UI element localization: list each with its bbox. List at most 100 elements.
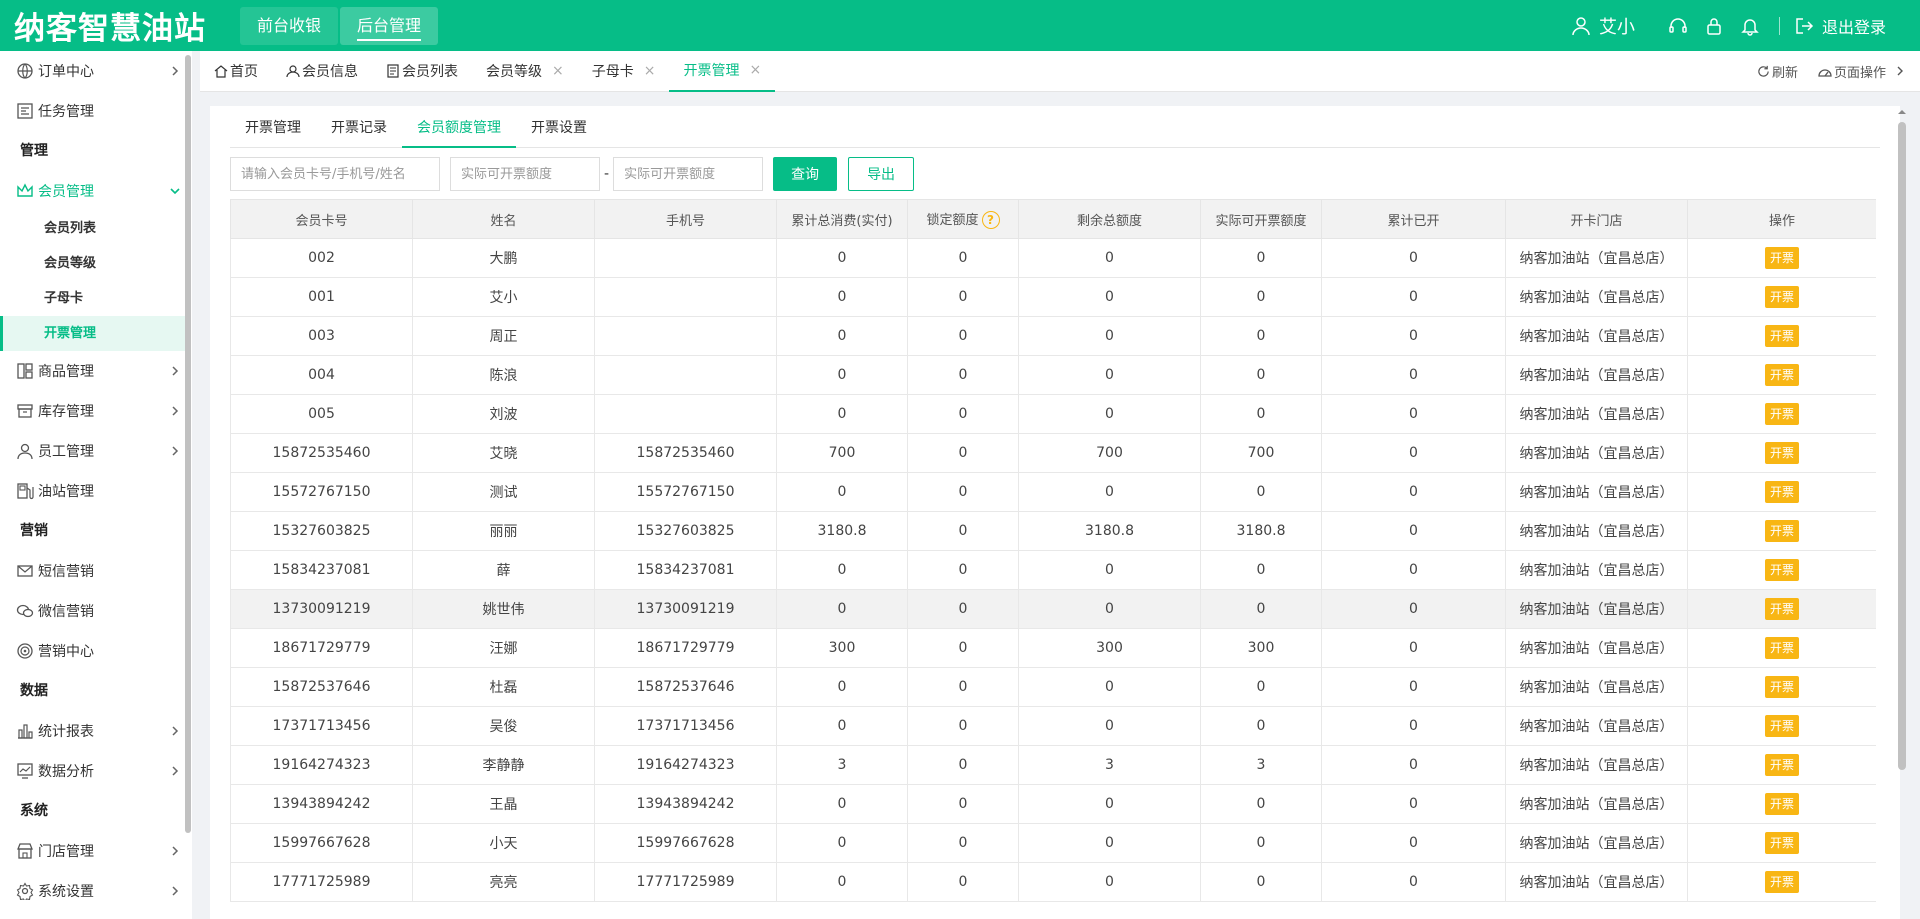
sidebar-item[interactable]: 会员管理 <box>0 171 190 211</box>
sidebar-item[interactable]: 订单中心 <box>0 51 190 91</box>
min-quota-input[interactable] <box>450 157 600 191</box>
table-cell: 0 <box>1321 667 1506 707</box>
table-cell: 纳客加油站（宜昌总店） <box>1505 472 1688 512</box>
sidebar-subitem[interactable]: 开票管理 <box>0 316 190 351</box>
issue-invoice-button[interactable]: 开票 <box>1764 442 1799 464</box>
issue-invoice-button[interactable]: 开票 <box>1764 559 1799 581</box>
sidebar-item[interactable]: 库存管理 <box>0 391 190 431</box>
table-row[interactable]: 13730091219 姚世伟 13730091219 0 0 0 0 0 纳客加油站（宜昌总店… <box>230 589 1876 629</box>
table-row[interactable]: 17771725989 亮亮 17771725989 0 0 0 0 0 纳客加油站（宜昌总店）… <box>230 862 1876 902</box>
page-tab[interactable]: 开票管理 × <box>669 51 776 92</box>
issue-invoice-button[interactable]: 开票 <box>1764 754 1799 776</box>
issue-invoice-button[interactable]: 开票 <box>1764 286 1799 308</box>
table-cell: 0 <box>1321 511 1506 551</box>
sidebar-item[interactable]: 任务管理 <box>0 91 190 131</box>
column-header: 剩余总额度 <box>1018 199 1201 239</box>
issue-invoice-button[interactable]: 开票 <box>1764 364 1799 386</box>
table-row[interactable]: 001 艾小 0 0 0 0 0 纳客加油站（宜昌总店） 开票 <box>230 277 1876 317</box>
page-ops-button[interactable]: 页面操作 <box>1818 62 1906 81</box>
user-menu[interactable]: 艾小 <box>1571 13 1635 39</box>
table-cell: 0 <box>1018 550 1201 590</box>
issue-invoice-button[interactable]: 开票 <box>1764 520 1799 542</box>
close-icon[interactable]: × <box>644 63 656 79</box>
table-row[interactable]: 15572767150 测试 15572767150 0 0 0 0 0 纳客加油站（宜昌总店）… <box>230 472 1876 512</box>
page-tab[interactable]: 会员信息 <box>272 51 372 92</box>
sidebar-subitem[interactable]: 会员列表 <box>0 211 190 246</box>
globe-icon <box>16 62 34 80</box>
sidebar-item[interactable]: 门店管理 <box>0 831 190 871</box>
table-row[interactable]: 15327603825 丽丽 15327603825 3180.8 0 3180.8 318… <box>230 511 1876 551</box>
issue-invoice-button[interactable]: 开票 <box>1764 871 1799 893</box>
sidebar-item[interactable]: 系统设置 <box>0 871 190 911</box>
table-cell: 0 <box>776 667 908 707</box>
sub-tab[interactable]: 会员额度管理 <box>402 108 516 148</box>
issue-invoice-button[interactable]: 开票 <box>1764 403 1799 425</box>
action-cell: 开票 <box>1687 511 1876 551</box>
table-row[interactable]: 18671729779 汪娜 18671729779 300 0 300 300 0 纳客加油站… <box>230 628 1876 668</box>
nav-front-cashier[interactable]: 前台收银 <box>240 6 339 45</box>
table-row[interactable]: 19164274323 李静静 19164274323 3 0 3 3 0 纳客加油站（宜昌总店… <box>230 745 1876 785</box>
table-row[interactable]: 004 陈浪 0 0 0 0 0 纳客加油站（宜昌总店） 开票 <box>230 355 1876 395</box>
sub-tab[interactable]: 开票记录 <box>316 108 402 148</box>
sidebar-item[interactable]: 数据分析 <box>0 751 190 791</box>
sidebar-item[interactable]: 短信营销 <box>0 551 190 591</box>
max-quota-input[interactable] <box>613 157 764 191</box>
page-tab[interactable]: 会员等级 × <box>472 51 578 92</box>
sidebar-item[interactable]: 员工管理 <box>0 431 190 471</box>
member-search-input[interactable] <box>230 157 440 191</box>
sidebar-item[interactable]: 营销中心 <box>0 631 190 671</box>
issue-invoice-button[interactable]: 开票 <box>1764 793 1799 815</box>
table-row[interactable]: 13943894242 王晶 13943894242 0 0 0 0 0 纳客加油站（宜昌总店）… <box>230 784 1876 824</box>
bell-icon[interactable] <box>1739 15 1761 37</box>
sidebar-item[interactable]: 统计报表 <box>0 711 190 751</box>
table-row[interactable]: 15997667628 小天 15997667628 0 0 0 0 0 纳客加油站（宜昌总店）… <box>230 823 1876 863</box>
sidebar-subitem[interactable]: 会员等级 <box>0 246 190 281</box>
action-cell: 开票 <box>1687 433 1876 473</box>
table-cell: 17771725989 <box>230 862 413 902</box>
logout-button[interactable]: 退出登录 <box>1794 14 1886 38</box>
table-row[interactable]: 15872537646 杜磊 15872537646 0 0 0 0 0 纳客加油站（宜昌总店）… <box>230 667 1876 707</box>
table-cell: 17371713456 <box>230 706 413 746</box>
table-row[interactable]: 003 周正 0 0 0 0 0 纳客加油站（宜昌总店） 开票 <box>230 316 1876 356</box>
page-tab[interactable]: 会员列表 <box>372 51 472 92</box>
sub-tab[interactable]: 开票管理 <box>230 108 316 148</box>
tab-label: 会员等级 <box>486 64 542 80</box>
query-button[interactable]: 查询 <box>773 157 838 191</box>
issue-invoice-button[interactable]: 开票 <box>1764 481 1799 503</box>
refresh-button[interactable]: 刷新 <box>1757 62 1798 81</box>
page-tab[interactable]: 子母卡 × <box>578 51 670 92</box>
issue-invoice-button[interactable]: 开票 <box>1764 715 1799 737</box>
sidebar-item[interactable]: 油站管理 <box>0 471 190 511</box>
sidebar-item[interactable]: 商品管理 <box>0 351 190 391</box>
table-row[interactable]: 005 刘波 0 0 0 0 0 纳客加油站（宜昌总店） 开票 <box>230 394 1876 434</box>
page-tab[interactable]: 首页 <box>200 51 272 92</box>
issue-invoice-button[interactable]: 开票 <box>1764 325 1799 347</box>
main-scrollbar[interactable] <box>1898 122 1906 770</box>
sidebar-item[interactable]: 微信营销 <box>0 591 190 631</box>
column-header: 锁定额度? <box>907 199 1019 239</box>
table-row[interactable]: 002 大鹏 0 0 0 0 0 纳客加油站（宜昌总店） 开票 <box>230 238 1876 278</box>
issue-invoice-button[interactable]: 开票 <box>1764 676 1799 698</box>
table-row[interactable]: 15872535460 艾晓 15872535460 700 0 700 700 0 纳客加油站… <box>230 433 1876 473</box>
export-button[interactable]: 导出 <box>848 157 915 191</box>
issue-invoice-button[interactable]: 开票 <box>1764 637 1799 659</box>
table-row[interactable]: 15834237081 薛 15834237081 0 0 0 0 0 纳客加油站（宜昌总店）开… <box>230 550 1876 590</box>
lock-icon[interactable] <box>1703 15 1725 37</box>
action-cell: 开票 <box>1687 628 1876 668</box>
table-cell: 0 <box>907 628 1019 668</box>
sub-tab[interactable]: 开票设置 <box>516 108 602 148</box>
issue-invoice-button[interactable]: 开票 <box>1764 598 1799 620</box>
sidebar-subitem[interactable]: 子母卡 <box>0 281 190 316</box>
issue-invoice-button[interactable]: 开票 <box>1764 832 1799 854</box>
issue-invoice-button[interactable]: 开票 <box>1764 247 1799 269</box>
sidebar-scrollbar[interactable] <box>185 55 191 833</box>
chevron-right-icon <box>168 404 182 418</box>
table-cell: 0 <box>907 394 1019 434</box>
scroll-up-arrow-icon[interactable] <box>1898 108 1906 116</box>
nav-back-office[interactable]: 后台管理 <box>340 6 439 45</box>
close-icon[interactable]: × <box>552 63 564 79</box>
table-row[interactable]: 17371713456 吴俊 17371713456 0 0 0 0 0 纳客加油站（宜昌总店）… <box>230 706 1876 746</box>
headset-icon[interactable] <box>1667 15 1689 37</box>
close-icon[interactable]: × <box>749 62 761 78</box>
help-icon[interactable]: ? <box>981 211 1000 230</box>
